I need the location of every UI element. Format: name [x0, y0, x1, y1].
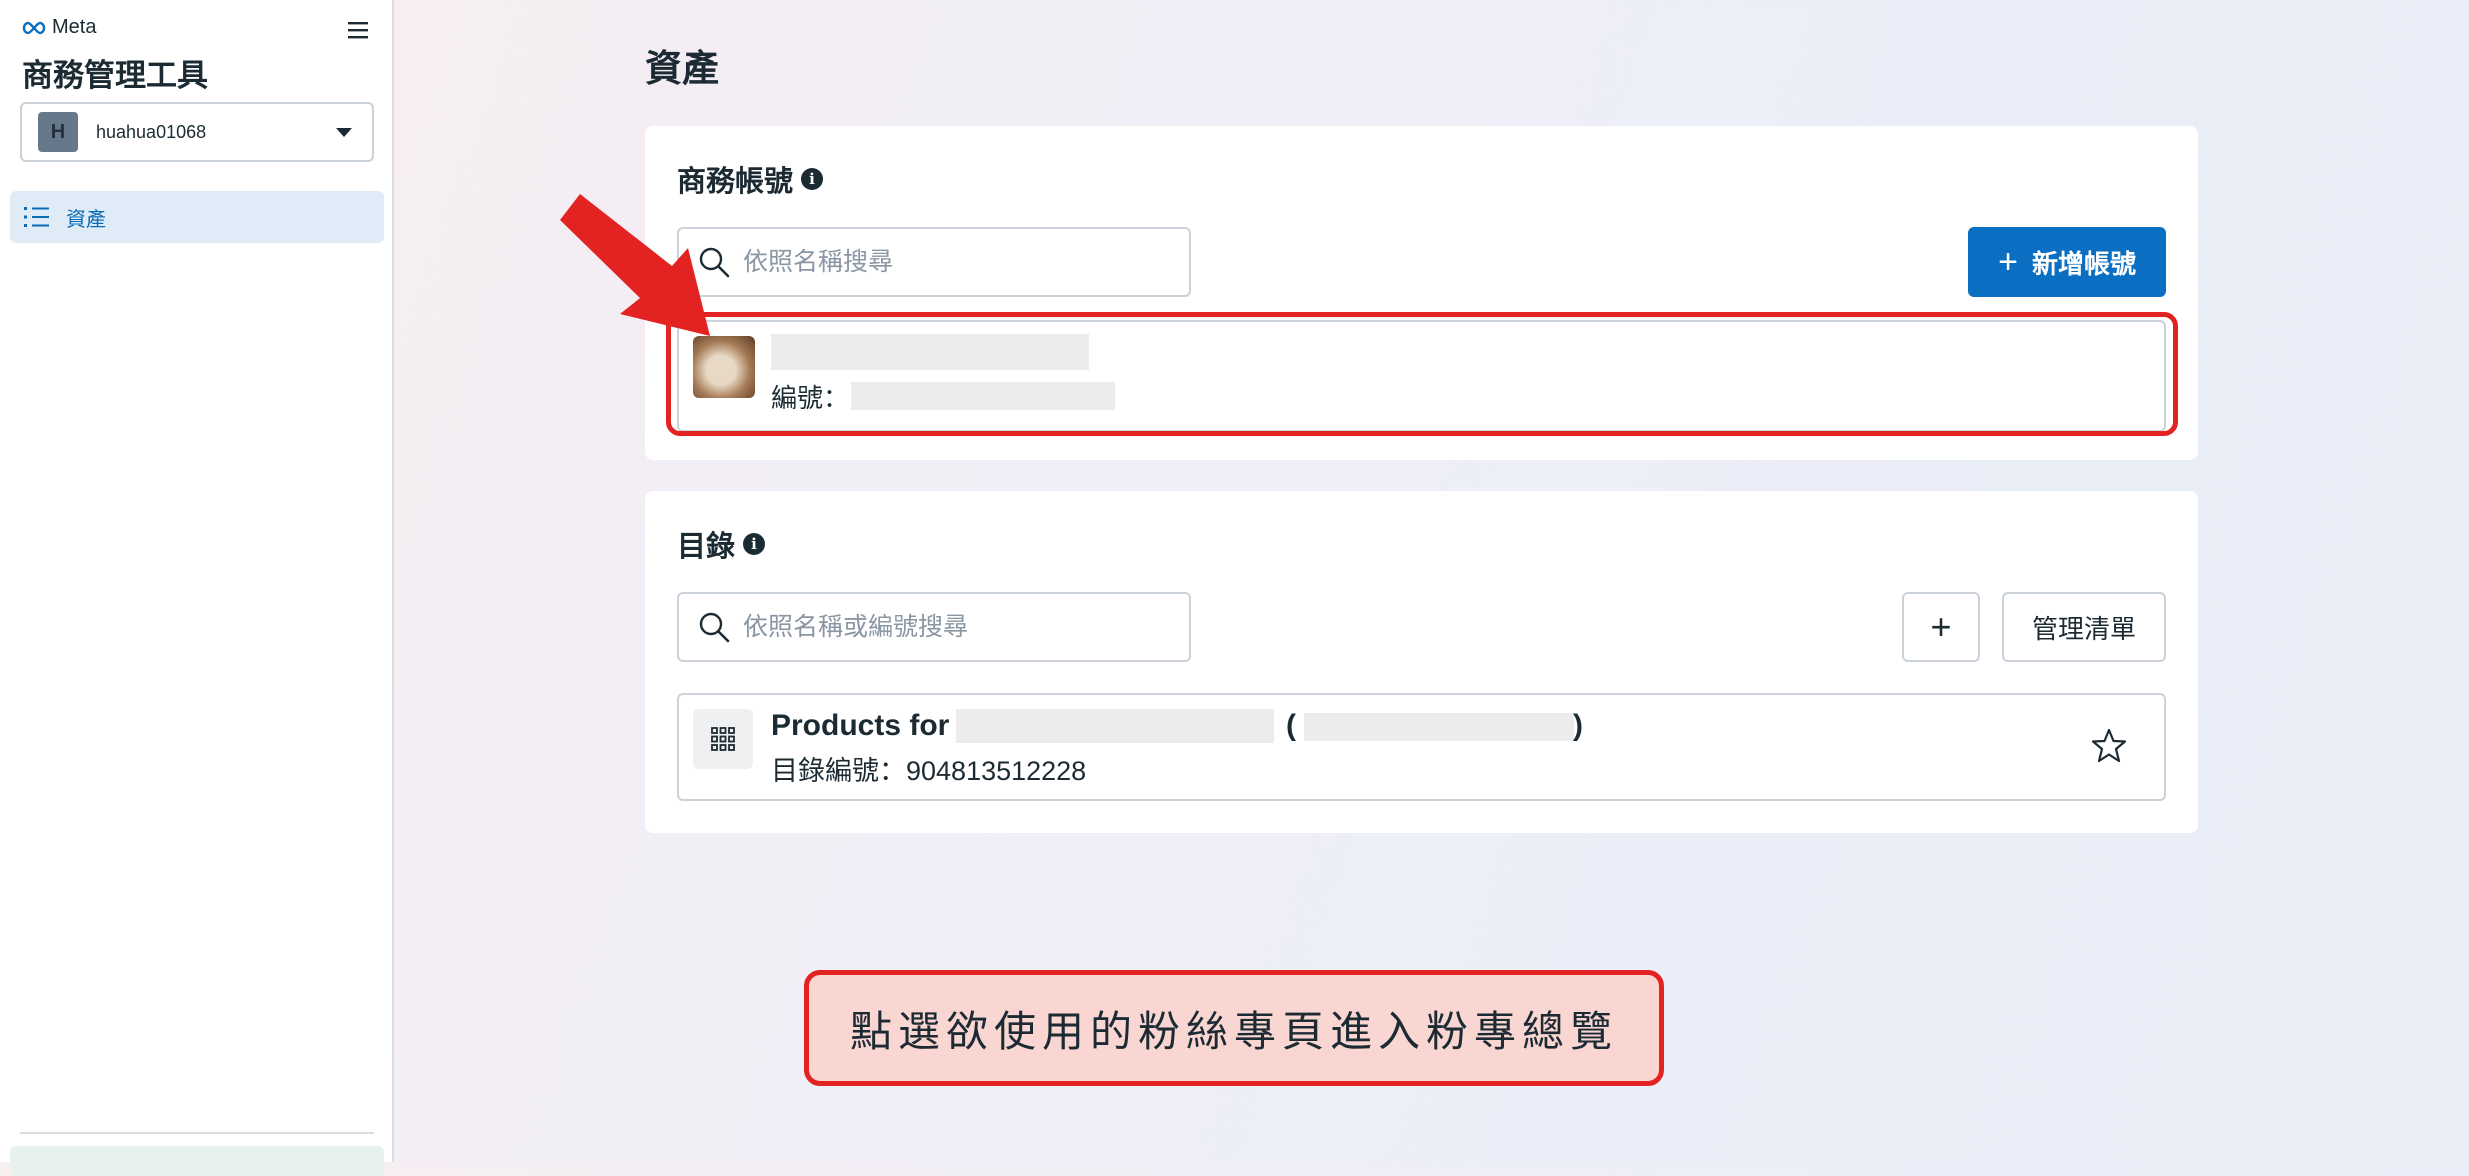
hamburger-menu-icon[interactable]: [344, 16, 372, 44]
meta-brand-text: Meta: [52, 16, 97, 38]
star-icon[interactable]: [2090, 727, 2128, 765]
account-avatar: H: [38, 112, 78, 152]
list-icon: [24, 207, 49, 227]
search-icon: [699, 612, 730, 643]
sidebar-item-label: 資產: [66, 208, 106, 231]
catalogs-card: 目錄 i + 管理清單 Products for (: [645, 491, 2198, 833]
add-catalog-button[interactable]: +: [1902, 592, 1980, 662]
catalogs-heading: 目錄 i: [677, 523, 766, 565]
add-account-button[interactable]: + 新增帳號: [1968, 227, 2166, 297]
account-initial: H: [50, 120, 66, 143]
manage-list-button[interactable]: 管理清單: [2001, 592, 2166, 662]
app-title: 商務管理工具: [22, 58, 208, 93]
page-title: 資產: [645, 48, 719, 89]
account-name: huahua01068: [96, 121, 207, 142]
meta-logo[interactable]: Meta: [20, 16, 96, 39]
catalog-row[interactable]: Products for ( ) 目錄編號：904813512228: [677, 693, 2166, 801]
plus-icon: +: [1998, 243, 2018, 281]
catalog-grid-icon: [693, 709, 753, 769]
sidebar-item-assets[interactable]: 資產: [10, 191, 384, 243]
redacted-catalog-name: [956, 709, 1274, 743]
catalog-id: 目錄編號：904813512228: [771, 756, 1087, 786]
info-icon[interactable]: i: [743, 533, 766, 555]
redacted-catalog-detail: [1304, 713, 1574, 741]
catalog-paren-open: (: [1286, 709, 1296, 742]
business-accounts-search-input[interactable]: [741, 246, 1165, 278]
account-selector[interactable]: H huahua01068: [20, 102, 374, 162]
catalogs-search[interactable]: [677, 592, 1191, 662]
highlight-frame: [666, 312, 2178, 436]
add-account-label: 新增帳號: [2031, 248, 2136, 279]
business-accounts-search[interactable]: [677, 227, 1191, 297]
sidebar-bottom-item[interactable]: [10, 1146, 384, 1176]
instruction-callout: 點選欲使用的粉絲專頁進入粉專總覽: [804, 970, 1664, 1086]
info-icon[interactable]: i: [801, 168, 824, 190]
chevron-down-icon: [336, 127, 352, 137]
catalog-name-prefix: Products for: [771, 709, 950, 742]
sidebar: Meta 商務管理工具 H huahua01068 資產: [0, 0, 394, 1176]
red-arrow-icon: [560, 194, 710, 336]
sidebar-divider: [20, 1132, 374, 1134]
meta-infinity-icon: [22, 21, 46, 34]
catalog-paren-close: ): [1573, 709, 1583, 742]
catalogs-title: 目錄: [677, 531, 736, 563]
catalogs-search-input[interactable]: [741, 611, 1165, 643]
